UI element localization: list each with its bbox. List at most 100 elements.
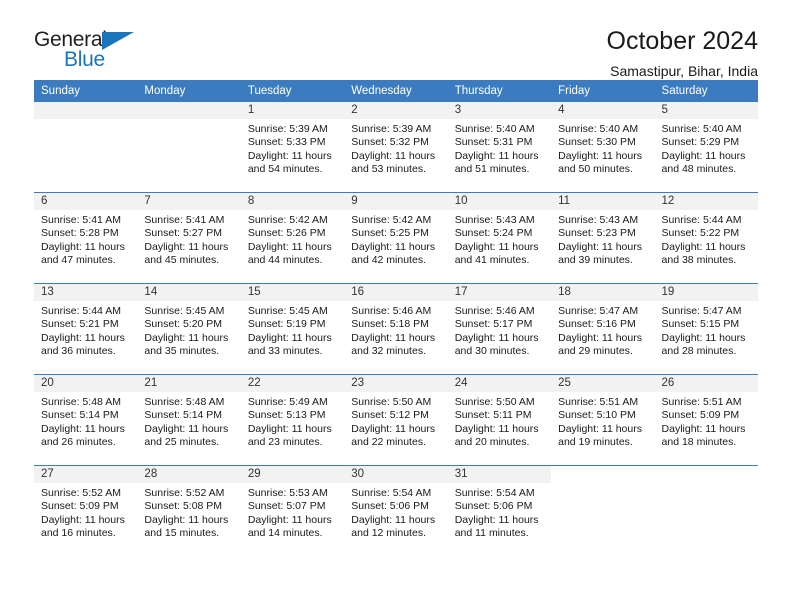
general-blue-logo[interactable]: General Blue: [34, 26, 154, 72]
calendar-day-cell[interactable]: 8 Sunrise: 5:42 AM Sunset: 5:26 PM Daylight…: [240, 192, 345, 284]
day-number: 24: [447, 375, 552, 392]
sunrise-text: Sunrise: 5:49 AM: [247, 396, 328, 408]
calendar-day-cell[interactable]: 12 Sunrise: 5:44 AM Sunset: 5:22 PM Dayligh…: [654, 192, 758, 284]
calendar-day-cell[interactable]: 31 Sunrise: 5:54 AM Sunset: 5:06 PM Dayligh…: [447, 465, 552, 556]
daylight-text: Daylight: 11 hours and 29 minutes.: [558, 331, 642, 358]
calendar-day-cell[interactable]: 30 Sunrise: 5:54 AM Sunset: 5:06 PM Dayligh…: [344, 465, 448, 556]
calendar-day-cell[interactable]: 2 Sunrise: 5:39 AM Sunset: 5:32 PM Daylight…: [344, 102, 448, 193]
sunset-text: Sunset: 5:09 PM: [41, 500, 119, 513]
daylight-text: Daylight: 11 hours and 32 minutes.: [351, 331, 436, 358]
daylight-text: Daylight: 11 hours and 26 minutes.: [41, 422, 125, 449]
calendar-week-row: 6 Sunrise: 5:41 AM Sunset: 5:28 PM Daylight…: [34, 192, 758, 284]
day-number: 14: [137, 284, 241, 301]
day-number: 31: [447, 466, 552, 483]
daylight-text: Daylight: 11 hours and 20 minutes.: [454, 422, 539, 449]
calendar-day-cell[interactable]: 24 Sunrise: 5:50 AM Sunset: 5:11 PM Dayligh…: [447, 374, 552, 466]
calendar-day-cell[interactable]: 4 Sunrise: 5:40 AM Sunset: 5:30 PM Daylight…: [551, 102, 655, 193]
calendar-day-cell[interactable]: 17 Sunrise: 5:46 AM Sunset: 5:17 PM Dayligh…: [447, 283, 552, 375]
calendar-day-cell[interactable]: 25 Sunrise: 5:51 AM Sunset: 5:10 PM Dayligh…: [551, 374, 655, 466]
daylight-text: Daylight: 11 hours and 53 minutes.: [351, 149, 436, 176]
sunset-text: Sunset: 5:26 PM: [247, 227, 326, 240]
sunrise-text: Sunrise: 5:41 AM: [41, 214, 121, 226]
sunset-text: Sunset: 5:12 PM: [351, 409, 429, 422]
calendar-day-cell[interactable]: 28 Sunrise: 5:52 AM Sunset: 5:08 PM Dayligh…: [137, 465, 241, 556]
sunset-text: Sunset: 5:25 PM: [351, 227, 429, 240]
daylight-text: Daylight: 11 hours and 23 minutes.: [247, 422, 332, 449]
sunrise-text: Sunrise: 5:42 AM: [351, 214, 432, 226]
calendar-day-cell[interactable]: 9 Sunrise: 5:42 AM Sunset: 5:25 PM Daylight…: [344, 192, 448, 284]
day-number: 9: [344, 193, 448, 210]
calendar-day-cell[interactable]: 15 Sunrise: 5:45 AM Sunset: 5:19 PM Dayligh…: [240, 283, 345, 375]
day-details: Sunrise: 5:48 AM Sunset: 5:14 PM Daylight:…: [137, 392, 240, 450]
sunrise-text: Sunrise: 5:40 AM: [661, 123, 742, 135]
day-number: 30: [344, 466, 448, 483]
daylight-text: Daylight: 11 hours and 30 minutes.: [454, 331, 539, 358]
calendar-day-cell[interactable]: 22 Sunrise: 5:49 AM Sunset: 5:13 PM Dayligh…: [240, 374, 345, 466]
day-number: 21: [137, 375, 241, 392]
calendar-day-cell[interactable]: 13 Sunrise: 5:44 AM Sunset: 5:21 PM Dayligh…: [34, 283, 138, 375]
day-details: Sunrise: 5:42 AM Sunset: 5:25 PM Daylight:…: [344, 210, 447, 268]
sunset-text: Sunset: 5:32 PM: [351, 136, 429, 149]
sunset-text: Sunset: 5:07 PM: [247, 500, 326, 513]
day-number: 16: [344, 284, 448, 301]
calendar-week-row: 20 Sunrise: 5:48 AM Sunset: 5:14 PM Dayligh…: [34, 374, 758, 466]
daylight-text: Daylight: 11 hours and 54 minutes.: [247, 149, 332, 176]
calendar-day-cell[interactable]: 26 Sunrise: 5:51 AM Sunset: 5:09 PM Dayligh…: [654, 374, 758, 466]
day-number: 23: [344, 375, 448, 392]
day-number: 25: [551, 375, 655, 392]
calendar-cell-empty: [551, 465, 655, 556]
calendar-day-cell[interactable]: 5 Sunrise: 5:40 AM Sunset: 5:29 PM Daylight…: [654, 102, 758, 193]
calendar-day-cell[interactable]: 3 Sunrise: 5:40 AM Sunset: 5:31 PM Daylight…: [447, 102, 552, 193]
calendar-day-cell[interactable]: 20 Sunrise: 5:48 AM Sunset: 5:14 PM Dayligh…: [34, 374, 138, 466]
calendar-day-cell[interactable]: 27 Sunrise: 5:52 AM Sunset: 5:09 PM Dayligh…: [34, 465, 138, 556]
calendar-day-cell[interactable]: 21 Sunrise: 5:48 AM Sunset: 5:14 PM Dayligh…: [137, 374, 241, 466]
sunset-text: Sunset: 5:06 PM: [454, 500, 533, 513]
day-number: 28: [137, 466, 241, 483]
sunrise-text: Sunrise: 5:40 AM: [454, 123, 535, 135]
sunrise-text: Sunrise: 5:44 AM: [661, 214, 742, 226]
sunset-text: Sunset: 5:18 PM: [351, 318, 429, 331]
calendar-day-cell[interactable]: 1 Sunrise: 5:39 AM Sunset: 5:33 PM Daylight…: [240, 102, 345, 193]
sunrise-text: Sunrise: 5:44 AM: [41, 305, 121, 317]
sunrise-text: Sunrise: 5:52 AM: [144, 487, 225, 499]
sunset-text: Sunset: 5:06 PM: [351, 500, 429, 513]
day-number: 22: [240, 375, 345, 392]
calendar-day-cell[interactable]: 29 Sunrise: 5:53 AM Sunset: 5:07 PM Dayligh…: [240, 465, 345, 556]
sunset-text: Sunset: 5:14 PM: [41, 409, 119, 422]
calendar-day-cell[interactable]: 14 Sunrise: 5:45 AM Sunset: 5:20 PM Dayligh…: [137, 283, 241, 375]
daylight-text: Daylight: 11 hours and 47 minutes.: [41, 240, 125, 267]
calendar-day-cell[interactable]: 11 Sunrise: 5:43 AM Sunset: 5:23 PM Dayligh…: [551, 192, 655, 284]
day-details: Sunrise: 5:40 AM Sunset: 5:31 PM Daylight:…: [448, 119, 551, 177]
calendar-day-cell[interactable]: 19 Sunrise: 5:47 AM Sunset: 5:15 PM Dayligh…: [654, 283, 758, 375]
daylight-text: Daylight: 11 hours and 42 minutes.: [351, 240, 436, 267]
sunrise-text: Sunrise: 5:53 AM: [247, 487, 328, 499]
day-details: Sunrise: 5:47 AM Sunset: 5:16 PM Daylight:…: [551, 301, 654, 359]
title-block: October 2024 Samastipur, Bihar, India: [607, 26, 759, 82]
calendar-day-cell[interactable]: 7 Sunrise: 5:41 AM Sunset: 5:27 PM Daylight…: [137, 192, 241, 284]
sunset-text: Sunset: 5:08 PM: [144, 500, 223, 513]
sunset-text: Sunset: 5:33 PM: [247, 136, 326, 149]
calendar-week-row: 1 Sunrise: 5:39 AM Sunset: 5:33 PM Daylight…: [34, 102, 758, 193]
day-details: Sunrise: 5:50 AM Sunset: 5:11 PM Daylight:…: [448, 392, 551, 450]
day-number: 18: [551, 284, 655, 301]
daylight-text: Daylight: 11 hours and 35 minutes.: [144, 331, 229, 358]
day-number: 2: [344, 102, 448, 119]
day-number: 12: [654, 193, 758, 210]
day-number: 29: [240, 466, 345, 483]
sunrise-text: Sunrise: 5:50 AM: [351, 396, 432, 408]
day-details: Sunrise: 5:42 AM Sunset: 5:26 PM Daylight:…: [241, 210, 344, 268]
day-number: 7: [137, 193, 241, 210]
calendar-day-cell[interactable]: 16 Sunrise: 5:46 AM Sunset: 5:18 PM Dayligh…: [344, 283, 448, 375]
sunrise-text: Sunrise: 5:43 AM: [558, 214, 639, 226]
calendar-day-cell[interactable]: 10 Sunrise: 5:43 AM Sunset: 5:24 PM Dayligh…: [447, 192, 552, 284]
calendar-day-cell[interactable]: 23 Sunrise: 5:50 AM Sunset: 5:12 PM Dayligh…: [344, 374, 448, 466]
sunrise-text: Sunrise: 5:41 AM: [144, 214, 225, 226]
calendar-day-cell[interactable]: 18 Sunrise: 5:47 AM Sunset: 5:16 PM Dayligh…: [551, 283, 655, 375]
day-details: Sunrise: 5:46 AM Sunset: 5:17 PM Daylight:…: [448, 301, 551, 359]
calendar-day-cell[interactable]: 6 Sunrise: 5:41 AM Sunset: 5:28 PM Daylight…: [34, 192, 138, 284]
daylight-text: Daylight: 11 hours and 22 minutes.: [351, 422, 436, 449]
sunset-text: Sunset: 5:30 PM: [558, 136, 636, 149]
sunset-text: Sunset: 5:28 PM: [41, 227, 119, 240]
day-number: [34, 102, 138, 119]
calendar-cell-empty: [137, 102, 241, 193]
